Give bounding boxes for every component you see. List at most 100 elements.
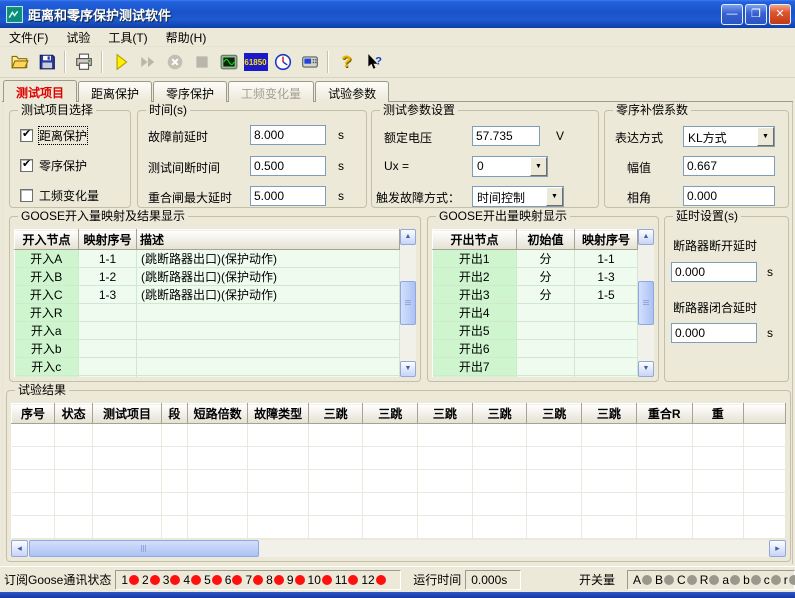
table-row[interactable]: 开出4 xyxy=(433,304,638,322)
trigger-mode-select[interactable]: 时间控制 ▼ xyxy=(472,186,564,207)
table-row[interactable]: 开出6 xyxy=(433,340,638,358)
print-button[interactable] xyxy=(70,49,97,75)
vertical-scrollbar[interactable]: ▲ ▼ xyxy=(400,229,416,377)
column-header[interactable]: 开入节点 xyxy=(15,230,79,250)
column-header[interactable]: 初始值 xyxy=(517,230,575,250)
maximize-button[interactable]: ❒ xyxy=(745,4,767,25)
table-row[interactable]: 开出7 xyxy=(433,358,638,376)
scrollbar-thumb[interactable] xyxy=(638,281,654,325)
help-button[interactable]: ? xyxy=(333,49,360,75)
minimize-button[interactable]: — xyxy=(721,4,743,25)
column-header[interactable]: 故障类型 xyxy=(248,404,308,424)
context-help-button[interactable]: ? xyxy=(360,49,387,75)
save-button[interactable] xyxy=(33,49,60,75)
column-header[interactable]: 测试项目 xyxy=(93,404,162,424)
iec61850-icon: 61850 xyxy=(244,53,268,71)
table-row[interactable]: 开出3分1-5 xyxy=(433,286,638,304)
checkbox-icon[interactable] xyxy=(20,159,33,172)
menu-test[interactable]: 试验 xyxy=(57,28,99,47)
column-header[interactable]: 重 xyxy=(692,404,743,424)
vertical-scrollbar[interactable]: ▲ ▼ xyxy=(638,229,654,377)
menu-help[interactable]: 帮助(H) xyxy=(157,28,216,47)
chevron-down-icon[interactable]: ▼ xyxy=(530,157,547,176)
table-row[interactable]: 开出2分1-3 xyxy=(433,268,638,286)
field-label: 重合闸最大延时 xyxy=(148,189,232,206)
table-row[interactable]: 开出5 xyxy=(433,322,638,340)
checkbox-zero-seq-protection[interactable]: 零序保护 xyxy=(20,157,87,174)
table-row[interactable]: 开入R xyxy=(15,304,400,322)
table-row[interactable]: 开入B1-2(跳断路器出口)(保护动作) xyxy=(15,268,400,286)
test-interval-input[interactable] xyxy=(250,156,326,176)
goose-indicator: 9 xyxy=(287,573,305,587)
chevron-down-icon[interactable]: ▼ xyxy=(546,187,563,206)
table-row[interactable]: 开入A1-1(跳断路器出口)(保护动作) xyxy=(15,250,400,268)
table-row[interactable]: 开出8 xyxy=(433,376,638,378)
column-header[interactable]: 三跳 xyxy=(363,404,418,424)
checkbox-icon[interactable] xyxy=(20,189,33,202)
scroll-up-icon[interactable]: ▲ xyxy=(638,229,654,245)
menu-tools[interactable]: 工具(T) xyxy=(99,28,156,47)
close-button[interactable]: ✕ xyxy=(769,4,791,25)
field-unit: s xyxy=(338,159,344,173)
scroll-right-icon[interactable]: ▸ xyxy=(769,540,786,557)
column-header[interactable]: 三跳 xyxy=(308,404,363,424)
column-header[interactable]: 状态 xyxy=(55,404,93,424)
tab-test-items[interactable]: 测试项目 xyxy=(3,80,77,102)
group-test-results: 试验结果 序号 状态 测试项目 段 短路倍数 故障类型 xyxy=(6,390,791,562)
scroll-up-icon[interactable]: ▲ xyxy=(400,229,416,245)
column-header[interactable]: 描述 xyxy=(137,230,400,250)
column-header[interactable]: 短路倍数 xyxy=(187,404,247,424)
checkbox-power-freq-variation[interactable]: 工频变化量 xyxy=(20,187,99,204)
column-header[interactable]: 映射序号 xyxy=(79,230,137,250)
tab-zero-seq-protection[interactable]: 零序保护 xyxy=(153,81,227,102)
goose-indicator: 1 xyxy=(121,573,139,587)
group-title: GOOSE开入量映射及结果显示 xyxy=(18,209,188,223)
magnitude-input[interactable] xyxy=(683,156,775,176)
column-header[interactable]: 开出节点 xyxy=(433,230,517,250)
run-button[interactable] xyxy=(107,49,134,75)
tab-test-params[interactable]: 试验参数 xyxy=(315,81,389,102)
angle-input[interactable] xyxy=(683,186,775,206)
breaker-open-delay-input[interactable] xyxy=(671,262,757,282)
ux-select[interactable]: 0 ▼ xyxy=(472,156,548,177)
reclose-max-delay-input[interactable] xyxy=(250,186,326,206)
table-row[interactable]: 开入r xyxy=(15,376,400,378)
table-row[interactable]: 开入b xyxy=(15,340,400,358)
column-header[interactable]: 三跳 xyxy=(527,404,582,424)
column-header[interactable] xyxy=(743,404,785,424)
checkbox-icon[interactable] xyxy=(20,129,33,142)
scroll-down-icon[interactable]: ▼ xyxy=(400,361,416,377)
expression-select[interactable]: KL方式 ▼ xyxy=(683,126,775,147)
chevron-down-icon[interactable]: ▼ xyxy=(757,127,774,146)
scrollbar-thumb[interactable] xyxy=(400,281,416,325)
scrollbar-thumb[interactable] xyxy=(29,540,259,557)
table-row[interactable]: 开入C1-3(跳断路器出口)(保护动作) xyxy=(15,286,400,304)
vector-button[interactable] xyxy=(269,49,296,75)
table-row[interactable]: 开入a xyxy=(15,322,400,340)
column-header[interactable]: 三跳 xyxy=(418,404,473,424)
horizontal-scrollbar[interactable]: ◂ ▸ xyxy=(11,540,786,557)
table-row[interactable]: 开入c xyxy=(15,358,400,376)
open-button[interactable] xyxy=(6,49,33,75)
open-icon xyxy=(11,53,29,71)
scroll-down-icon[interactable]: ▼ xyxy=(638,361,654,377)
tab-distance-protection[interactable]: 距离保护 xyxy=(78,81,152,102)
table-row[interactable]: 开出1分1-1 xyxy=(433,250,638,268)
goose-indicator: 6 xyxy=(225,573,243,587)
scroll-left-icon[interactable]: ◂ xyxy=(11,540,28,557)
column-header[interactable]: 序号 xyxy=(12,404,55,424)
device-button[interactable] xyxy=(296,49,323,75)
column-header[interactable]: 三跳 xyxy=(472,404,527,424)
column-header[interactable]: 重合R xyxy=(636,404,692,424)
status-dot xyxy=(771,575,781,585)
checkbox-distance-protection[interactable]: 距离保护 xyxy=(20,127,87,144)
column-header[interactable]: 映射序号 xyxy=(575,230,638,250)
waveform-button[interactable] xyxy=(215,49,242,75)
column-header[interactable]: 段 xyxy=(161,404,187,424)
iec61850-button[interactable]: 61850 xyxy=(242,49,269,75)
column-header[interactable]: 三跳 xyxy=(582,404,637,424)
breaker-close-delay-input[interactable] xyxy=(671,323,757,343)
rated-voltage-input[interactable] xyxy=(472,126,540,146)
menu-file[interactable]: 文件(F) xyxy=(0,28,57,47)
pre-fault-delay-input[interactable] xyxy=(250,125,326,145)
